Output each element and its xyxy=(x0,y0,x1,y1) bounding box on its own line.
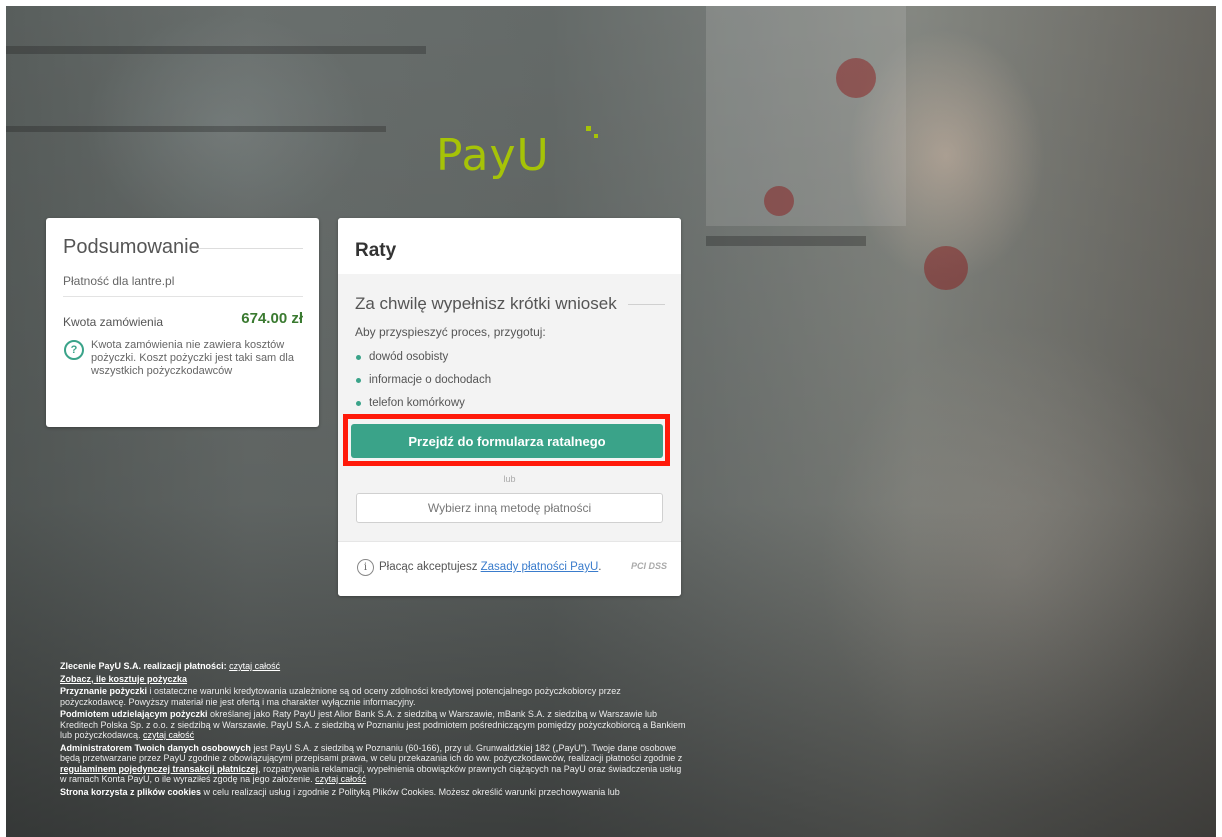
subtitle-divider xyxy=(628,304,665,305)
legal-paragraph: Strona korzysta z plików cookies w celu … xyxy=(60,787,688,798)
installments-card: Raty Za chwilę wypełnisz krótki wniosek … xyxy=(338,218,681,596)
prepare-text: Aby przyspieszyć proces, przygotuj: xyxy=(355,325,546,339)
summary-divider xyxy=(63,296,303,297)
summary-merchant: Płatność dla lantre.pl xyxy=(63,274,175,288)
legal-bold: Administratorem Twoich danych osobowych xyxy=(60,742,251,753)
summary-card: Podsumowanie Płatność dla lantre.pl Kwot… xyxy=(46,218,319,427)
accept-prefix: Płacąc akceptujesz xyxy=(379,561,481,573)
installments-footer: i Płacąc akceptujesz Zasady płatności Pa… xyxy=(338,541,681,596)
list-item: dowód osobisty xyxy=(355,350,491,373)
summary-title: Podsumowanie xyxy=(63,236,200,258)
payu-terms-link[interactable]: Zasady płatności PayU xyxy=(481,561,599,573)
read-more-link[interactable]: czytaj całość xyxy=(315,774,366,784)
installments-header: Raty xyxy=(338,218,681,274)
pci-dss-badge: PCI DSS xyxy=(630,561,667,571)
transaction-regulations-link[interactable]: regulaminem pojedynczej transakcji płatn… xyxy=(60,764,258,774)
payu-logo: PayU xyxy=(436,126,598,181)
legal-paragraph: Zlecenie PayU S.A. realizacji płatności:… xyxy=(60,661,688,672)
amount-note: Kwota zamówienia nie zawiera kosztów poż… xyxy=(91,339,294,377)
logo-square-icon xyxy=(586,126,591,131)
loan-cost-link[interactable]: Zobacz, ile kosztuje pożyczka xyxy=(60,674,187,684)
order-amount-value: 674.00 zł xyxy=(241,310,303,327)
choose-other-payment-method-button[interactable]: Wybierz inną metodę płatności xyxy=(356,493,663,523)
legal-paragraph: Administratorem Twoich danych osobowych … xyxy=(60,743,688,785)
application-subtitle: Za chwilę wypełnisz krótki wniosek xyxy=(355,294,617,313)
legal-footer: Zlecenie PayU S.A. realizacji płatności:… xyxy=(60,661,688,799)
legal-paragraph: Podmiotem udzielającym pożyczki określan… xyxy=(60,709,688,741)
legal-bold: Zlecenie PayU S.A. realizacji płatności: xyxy=(60,661,227,671)
read-more-link[interactable]: czytaj całość xyxy=(143,730,194,740)
or-separator: lub xyxy=(503,474,516,484)
installments-title: Raty xyxy=(355,240,397,261)
read-more-link[interactable]: czytaj całość xyxy=(229,661,280,671)
logo-square-icon xyxy=(594,134,598,138)
legal-bold: Strona korzysta z plików cookies xyxy=(60,786,202,797)
highlight-box xyxy=(343,414,670,466)
list-item: informacje o dochodach xyxy=(355,373,491,396)
legal-paragraph: Zobacz, ile kosztuje pożyczka xyxy=(60,674,688,685)
payu-logo-text: PayU xyxy=(436,130,550,181)
info-icon: i xyxy=(357,559,374,576)
legal-paragraph: Przyznanie pożyczki i ostateczne warunki… xyxy=(60,686,688,707)
required-items-list: dowód osobisty informacje o dochodach te… xyxy=(355,350,491,419)
accept-terms-text: Płacąc akceptujesz Zasady płatności PayU… xyxy=(379,561,601,573)
legal-text: w celu realizacji usług i zgodnie z Poli… xyxy=(201,786,620,797)
summary-title-divider xyxy=(196,248,303,249)
order-amount-label: Kwota zamówienia xyxy=(63,315,164,329)
legal-bold: Przyznanie pożyczki xyxy=(60,686,148,696)
installments-body: Za chwilę wypełnisz krótki wniosek Aby p… xyxy=(338,274,681,541)
question-circle-icon: ? xyxy=(64,340,84,360)
legal-bold: Podmiotem udzielającym pożyczki xyxy=(60,709,208,719)
accept-suffix: . xyxy=(598,561,602,573)
